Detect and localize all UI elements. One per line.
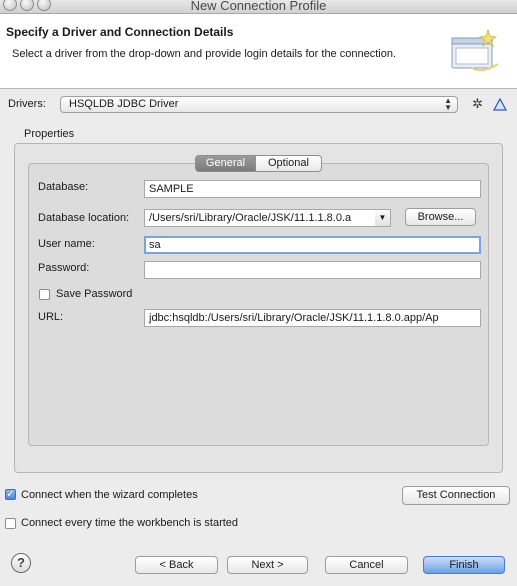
window-titlebar: New Connection Profile (0, 0, 517, 14)
select-updown-icon: ▲ ▼ (444, 96, 452, 112)
drivers-select[interactable]: HSQLDB JDBC Driver ▲ ▼ (60, 96, 458, 113)
cancel-button[interactable]: Cancel (325, 556, 408, 574)
page-title: Specify a Driver and Connection Details (6, 25, 234, 39)
wizard-banner-icon (451, 28, 499, 72)
help-icon[interactable]: ? (11, 553, 31, 573)
test-connection-button[interactable]: Test Connection (402, 486, 510, 505)
user-name-label: User name: (38, 238, 95, 250)
connect-every-time-label: Connect every time the workbench is star… (21, 517, 239, 529)
window-title: New Connection Profile (190, 0, 327, 13)
database-location-label: Database location: (38, 212, 130, 224)
connect-on-finish-label: Connect when the wizard completes (21, 489, 198, 501)
url-input[interactable]: jdbc:hsqldb:/Users/sri/Library/Oracle/JS… (144, 309, 481, 327)
location-dropdown-icon[interactable]: ▼ (375, 209, 391, 227)
connect-on-finish-checkbox[interactable]: ✓ (5, 489, 16, 500)
next-button[interactable]: Next > (227, 556, 308, 574)
save-password-checkbox[interactable] (39, 289, 50, 300)
general-tab-panel (28, 163, 489, 446)
page-description: Select a driver from the drop-down and p… (12, 48, 396, 60)
finish-button[interactable]: Finish (423, 556, 505, 574)
password-input[interactable] (144, 261, 481, 279)
new-driver-icon[interactable]: ✲ (472, 96, 483, 112)
tab-optional[interactable]: Optional (255, 155, 322, 172)
database-input[interactable]: SAMPLE (144, 180, 481, 198)
user-name-input[interactable]: sa (144, 236, 481, 254)
database-label: Database: (38, 181, 89, 193)
edit-driver-icon[interactable] (493, 98, 507, 111)
drivers-selected-value: HSQLDB JDBC Driver (69, 98, 179, 110)
browse-button[interactable]: Browse... (405, 208, 476, 226)
database-location-input[interactable]: /Users/sri/Library/Oracle/JSK/11.1.1.8.0… (144, 209, 376, 227)
wizard-header: Specify a Driver and Connection Details … (0, 14, 517, 89)
connect-every-time-checkbox[interactable] (5, 518, 16, 529)
save-password-label: Save Password (56, 288, 133, 300)
drivers-label: Drivers: (8, 98, 46, 110)
properties-label: Properties (24, 128, 75, 140)
url-label: URL: (38, 311, 64, 323)
password-label: Password: (38, 262, 90, 274)
tab-general[interactable]: General (195, 155, 256, 172)
back-button[interactable]: < Back (135, 556, 218, 574)
